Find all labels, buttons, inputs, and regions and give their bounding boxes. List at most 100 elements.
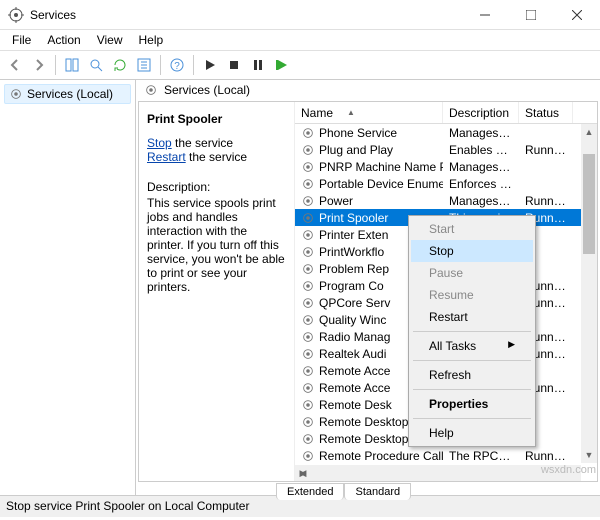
gear-icon (301, 194, 315, 208)
scroll-up-button[interactable]: ▲ (581, 124, 597, 140)
service-row[interactable]: Portable Device Enumerator...Enforces gr… (295, 175, 597, 192)
menu-action[interactable]: Action (39, 31, 88, 49)
menu-file[interactable]: File (4, 31, 39, 49)
tab-standard[interactable]: Standard (344, 483, 411, 500)
description-text: This service spools print jobs and handl… (147, 196, 286, 294)
service-row[interactable]: Plug and PlayEnables a c...Running (295, 141, 597, 158)
menu-help[interactable]: Help (131, 31, 172, 49)
refresh-all-button[interactable] (61, 54, 83, 76)
column-header-name[interactable]: Name▲ (295, 102, 443, 123)
service-status: Running (519, 449, 573, 463)
service-name: QPCore Serv (319, 296, 390, 310)
gear-icon (301, 177, 315, 191)
service-name: Portable Device Enumerator... (319, 177, 443, 191)
properties-button[interactable] (85, 54, 107, 76)
description-label: Description: (147, 180, 286, 194)
service-description: Manages th... (443, 126, 519, 140)
service-name: PNRP Machine Name Publi... (319, 160, 443, 174)
gear-icon (301, 415, 315, 429)
back-button[interactable] (4, 54, 26, 76)
context-all-tasks[interactable]: All Tasks▶ (411, 335, 533, 357)
context-help[interactable]: Help (411, 422, 533, 444)
service-row[interactable]: PNRP Machine Name Publi...Manages p... (295, 158, 597, 175)
context-menu: Start Stop Pause Resume Restart All Task… (408, 215, 536, 447)
svg-text:?: ? (174, 61, 180, 72)
context-properties[interactable]: Properties (411, 393, 533, 415)
context-restart[interactable]: Restart (411, 306, 533, 328)
service-name: Plug and Play (319, 143, 393, 157)
service-name: Realtek Audi (319, 347, 386, 361)
export-button[interactable] (133, 54, 155, 76)
column-header-description[interactable]: Description (443, 102, 519, 123)
tab-extended[interactable]: Extended (276, 483, 344, 500)
scroll-right-button[interactable]: ▶ (295, 465, 311, 481)
stop-service-button[interactable] (223, 54, 245, 76)
horizontal-scrollbar[interactable]: ◀ ▶ (295, 465, 581, 481)
tree-item-services-local[interactable]: Services (Local) (4, 84, 131, 104)
scroll-down-button[interactable]: ▼ (581, 447, 597, 463)
pause-service-button[interactable] (247, 54, 269, 76)
maximize-button[interactable] (508, 0, 554, 30)
scroll-thumb[interactable] (583, 154, 595, 254)
tree-pane: Services (Local) (0, 80, 136, 495)
service-name: Remote Procedure Call (RPC) (319, 449, 443, 463)
context-refresh[interactable]: Refresh (411, 364, 533, 386)
pane-header: Services (Local) (136, 80, 600, 101)
close-button[interactable] (554, 0, 600, 30)
gear-icon (301, 143, 315, 157)
service-name: Remote Acce (319, 381, 390, 395)
app-icon (8, 7, 24, 23)
gear-icon (301, 126, 315, 140)
service-name: Print Spooler (319, 211, 388, 225)
stop-service-link[interactable]: Stop (147, 136, 172, 150)
column-header-status[interactable]: Status (519, 102, 573, 123)
gear-icon (301, 313, 315, 327)
gear-icon (301, 228, 315, 242)
gear-icon (301, 279, 315, 293)
service-row[interactable]: Phone Service Manages th... (295, 124, 597, 141)
gear-icon (301, 262, 315, 276)
restart-service-link[interactable]: Restart (147, 150, 186, 164)
tree-item-label: Services (Local) (27, 87, 113, 101)
menu-view[interactable]: View (89, 31, 131, 49)
window-title: Services (30, 8, 462, 22)
refresh-button[interactable] (109, 54, 131, 76)
gear-icon (301, 381, 315, 395)
forward-button[interactable] (28, 54, 50, 76)
view-tabs: Extended Standard (136, 482, 600, 499)
service-name: Radio Manag (319, 330, 390, 344)
context-stop[interactable]: Stop (411, 240, 533, 262)
window-titlebar: Services (0, 0, 600, 30)
gear-icon (301, 211, 315, 225)
gear-icon (301, 347, 315, 361)
gear-icon (301, 245, 315, 259)
pane-header-label: Services (Local) (164, 83, 250, 97)
service-name: Phone Service (319, 126, 397, 140)
service-name: PrintWorkflo (319, 245, 384, 259)
service-name: Program Co (319, 279, 384, 293)
gear-icon (301, 364, 315, 378)
service-description: Manages p... (443, 160, 519, 174)
stop-suffix: the service (172, 136, 233, 150)
service-name: Power (319, 194, 353, 208)
service-name: Problem Rep (319, 262, 389, 276)
restart-service-button[interactable] (271, 54, 293, 76)
start-service-button[interactable] (199, 54, 221, 76)
service-row[interactable]: Power Manages p...Running (295, 192, 597, 209)
gear-icon (301, 330, 315, 344)
service-name: Remote Desk (319, 398, 392, 412)
help-button[interactable]: ? (166, 54, 188, 76)
gear-icon (301, 449, 315, 463)
service-status: Running (519, 194, 573, 208)
service-description: Manages p... (443, 194, 519, 208)
service-row[interactable]: Remote Procedure Call (RPC)The RPCSS ...… (295, 447, 597, 464)
service-name: Printer Exten (319, 228, 388, 242)
gear-icon (9, 87, 23, 101)
minimize-button[interactable] (462, 0, 508, 30)
detail-pane: Print Spooler Stop the service Restart t… (139, 102, 295, 481)
menubar: File Action View Help (0, 30, 600, 50)
service-name: Remote Acce (319, 364, 390, 378)
gear-icon (301, 160, 315, 174)
vertical-scrollbar[interactable]: ▲ ▼ (581, 124, 597, 463)
detail-title: Print Spooler (147, 112, 286, 126)
